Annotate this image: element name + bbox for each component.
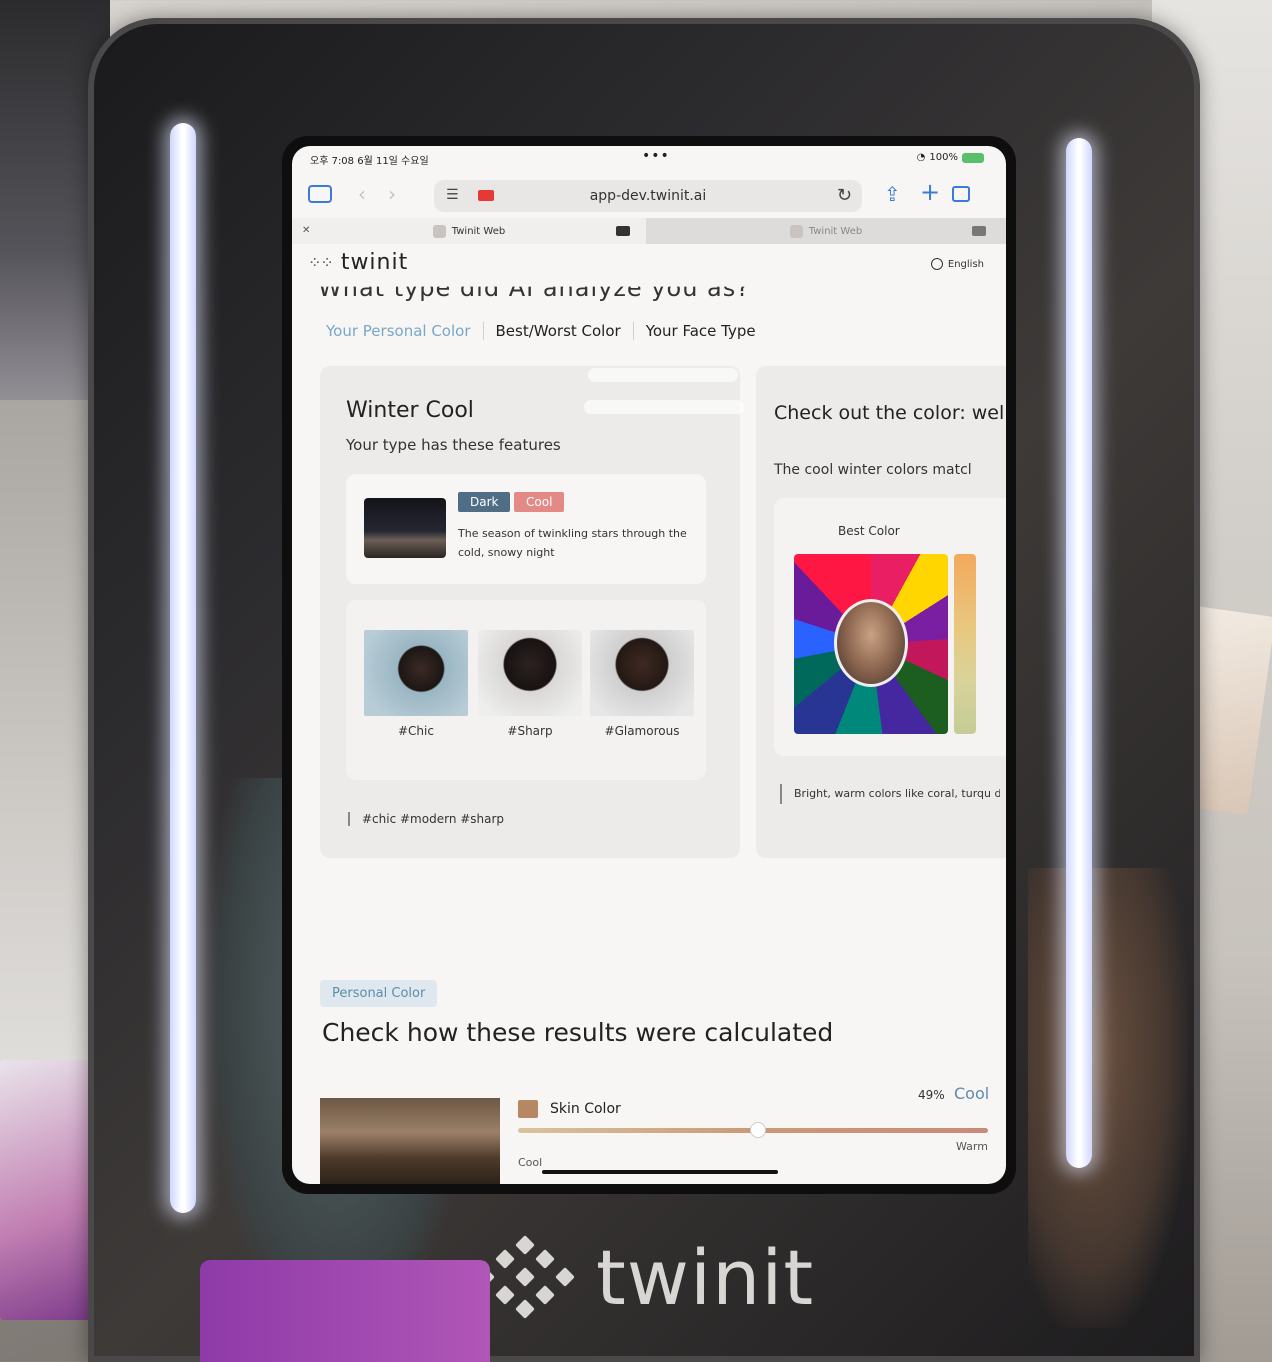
mirror-logo-text: twinit — [596, 1233, 815, 1322]
battery-icon — [962, 152, 984, 163]
reload-icon[interactable]: ↻ — [837, 185, 852, 206]
address-bar[interactable]: ☰ app-dev.twinit.ai ↻ — [434, 180, 862, 212]
favicon-icon — [789, 224, 803, 238]
best-color-title: Check out the color: well! — [774, 402, 1006, 424]
language-label: English — [947, 258, 984, 270]
forward-icon[interactable]: › — [388, 182, 396, 206]
tab-label: Twinit Web — [808, 225, 863, 237]
tab-twinit-web[interactable]: Twinit Web — [646, 218, 1006, 244]
battery-status: ◔ 100% — [917, 152, 984, 163]
share-icon[interactable]: ⇪ — [884, 182, 901, 206]
tab-personal-color[interactable]: Your Personal Color — [326, 322, 483, 340]
background-brochures — [0, 1060, 100, 1320]
tab-label: Twinit Web — [451, 225, 506, 237]
best-color-subtitle: The cool winter colors matcl — [774, 462, 972, 478]
close-tab-icon[interactable]: ✕ — [302, 225, 310, 236]
reflection-visitor — [1028, 868, 1188, 1328]
portrait-chic-image — [364, 630, 468, 716]
tag-dark: Dark — [458, 492, 511, 512]
worst-color-note: Bright, warm colors like coral, turqu do… — [780, 784, 1000, 804]
portrait-label: #Sharp — [507, 724, 553, 738]
best-color-label: Best Color — [838, 524, 900, 538]
language-selector[interactable]: English — [930, 258, 984, 270]
globe-icon — [930, 258, 943, 270]
slider-knob — [750, 1122, 766, 1138]
battery-percent: 100% — [929, 152, 958, 163]
tab-face-type[interactable]: Your Face Type — [632, 322, 768, 340]
feature-description: The season of twinkling stars through th… — [458, 527, 687, 559]
portrait-sharp-image — [478, 630, 582, 716]
favicon-icon — [432, 224, 446, 238]
skin-percent: 49% — [918, 1088, 945, 1102]
color-type-subtitle: Your type has these features — [346, 436, 561, 454]
logo-text: twinit — [340, 250, 409, 275]
portrait-label: #Chic — [398, 724, 434, 738]
camera-icon — [972, 226, 986, 236]
tab-best-worst-color[interactable]: Best/Worst Color — [482, 322, 633, 340]
site-header: ⁘⁘ twinit English — [292, 244, 1006, 284]
site-logo[interactable]: ⁘⁘ twinit — [308, 250, 408, 275]
lanyard-badge — [200, 1260, 490, 1362]
tab-strip: ✕ Twinit Web Twinit Web — [292, 218, 1006, 244]
personal-color-pill: Personal Color — [320, 980, 438, 1007]
calculation-title: Check how these results were calculated — [322, 1018, 834, 1047]
wifi-icon: ◔ — [916, 152, 926, 163]
light-glare — [588, 368, 738, 382]
tablet: 오후 7:08 6월 11일 수요일 ••• ◔ 100% ‹ › ☰ app-… — [282, 136, 1016, 1194]
cool-label: Cool — [518, 1156, 543, 1169]
portrait-label: #Glamorous — [604, 724, 680, 738]
feature-card: Dark Cool The season of twinkling stars … — [346, 474, 706, 584]
skin-sample-image — [320, 1098, 500, 1184]
skin-color-swatch — [518, 1100, 538, 1118]
home-indicator[interactable] — [542, 1170, 778, 1174]
user-face-avatar — [834, 599, 908, 687]
best-color-panel: Check out the color: well! The cool wint… — [756, 366, 1006, 858]
tablet-screen: 오후 7:08 6월 11일 수요일 ••• ◔ 100% ‹ › ☰ app-… — [292, 146, 1006, 1184]
tabs-overview-icon[interactable] — [952, 186, 970, 202]
color-wheel-image — [794, 554, 948, 734]
tab-twinit-web-active[interactable]: ✕ Twinit Web — [292, 218, 646, 244]
portrait-glamorous-image — [590, 630, 694, 716]
status-time: 오후 7:08 6월 11일 수요일 — [310, 156, 429, 167]
personal-color-panel: Winter Cool Your type has these features… — [320, 366, 740, 858]
light-glare — [584, 400, 744, 414]
skin-type-result: Cool — [954, 1084, 990, 1103]
result-tabs: Your Personal Color Best/Worst Color You… — [326, 322, 768, 340]
sidebar-toggle-icon[interactable] — [308, 185, 332, 203]
mirror-logo: twinit — [475, 1233, 815, 1322]
warm-label: Warm — [956, 1140, 988, 1153]
url-text[interactable]: app-dev.twinit.ai — [434, 188, 862, 204]
status-bar: 오후 7:08 6월 11일 수요일 ••• ◔ 100% — [292, 146, 1006, 170]
browser-toolbar: ‹ › ☰ app-dev.twinit.ai ↻ ⇪ + — [292, 172, 1006, 218]
next-palette-strip[interactable] — [954, 554, 976, 734]
color-type-title: Winter Cool — [346, 398, 474, 423]
camera-icon — [616, 226, 630, 236]
night-sky-image — [364, 498, 446, 558]
more-dots-icon[interactable]: ••• — [642, 148, 670, 164]
skin-color-label: Skin Color — [550, 1101, 621, 1117]
right-light-bar — [1066, 138, 1092, 1168]
hashtag-list: #chic #modern #sharp — [348, 812, 504, 826]
tag-cool: Cool — [514, 492, 565, 512]
twinit-logo-icon: ⁘⁘ — [308, 253, 334, 272]
left-light-bar — [170, 123, 196, 1213]
new-tab-icon[interactable]: + — [920, 178, 940, 206]
twinit-logo-icon — [475, 1234, 578, 1319]
back-icon[interactable]: ‹ — [358, 182, 366, 206]
style-portraits-card: #Chic #Sharp #Glamorous — [346, 600, 706, 780]
best-color-card: Best Color — [774, 498, 1006, 756]
